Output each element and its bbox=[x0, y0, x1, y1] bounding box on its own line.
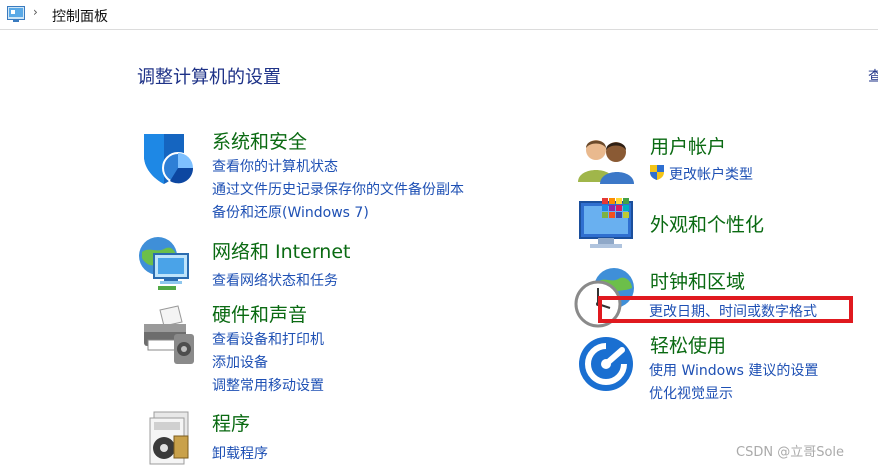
category-network-internet[interactable]: 网络和 Internet bbox=[212, 237, 350, 264]
ease-of-access-icon[interactable] bbox=[578, 336, 634, 392]
link-view-computer-status[interactable]: 查看你的计算机状态 bbox=[212, 156, 338, 176]
printer-icon[interactable] bbox=[138, 304, 196, 366]
page-title: 调整计算机的设置 bbox=[137, 67, 281, 88]
users-icon[interactable] bbox=[578, 136, 634, 184]
category-programs[interactable]: 程序 bbox=[212, 409, 250, 436]
control-panel-icon bbox=[7, 6, 25, 22]
link-file-history-backup[interactable]: 通过文件历史记录保存你的文件备份副本 bbox=[212, 179, 464, 199]
network-globe-icon[interactable] bbox=[136, 234, 196, 294]
link-optimize-visual-display[interactable]: 优化视觉显示 bbox=[649, 383, 733, 403]
address-bar[interactable]: › 控制面板 bbox=[0, 0, 878, 30]
watermark-text: CSDN @立哥Sole bbox=[736, 445, 845, 460]
category-system-security[interactable]: 系统和安全 bbox=[212, 127, 307, 154]
breadcrumb-control-panel[interactable]: 控制面板 bbox=[52, 6, 108, 26]
link-devices-printers[interactable]: 查看设备和打印机 bbox=[212, 329, 324, 349]
appearance-monitor-icon[interactable] bbox=[578, 196, 636, 254]
link-network-status[interactable]: 查看网络状态和任务 bbox=[212, 270, 338, 290]
uac-shield-icon bbox=[648, 163, 666, 181]
category-appearance[interactable]: 外观和个性化 bbox=[650, 210, 764, 237]
category-ease-of-access[interactable]: 轻松使用 bbox=[650, 331, 726, 358]
view-by-link[interactable]: 查 bbox=[868, 66, 878, 86]
category-clock-region[interactable]: 时钟和区域 bbox=[650, 267, 745, 294]
link-backup-restore[interactable]: 备份和还原(Windows 7) bbox=[212, 202, 369, 222]
link-windows-recommended-settings[interactable]: 使用 Windows 建议的设置 bbox=[649, 360, 818, 380]
programs-icon[interactable] bbox=[144, 410, 194, 466]
link-mobility-settings[interactable]: 调整常用移动设置 bbox=[212, 375, 324, 395]
shield-icon[interactable] bbox=[140, 130, 198, 188]
highlight-annotation-box bbox=[598, 296, 853, 323]
link-uninstall-program[interactable]: 卸载程序 bbox=[212, 443, 268, 463]
link-change-account-type[interactable]: 更改帐户类型 bbox=[669, 164, 753, 184]
chevron-right-icon[interactable]: › bbox=[33, 5, 38, 19]
category-user-accounts[interactable]: 用户帐户 bbox=[650, 132, 726, 159]
link-add-device[interactable]: 添加设备 bbox=[212, 352, 268, 372]
category-hardware-sound[interactable]: 硬件和声音 bbox=[212, 300, 307, 327]
